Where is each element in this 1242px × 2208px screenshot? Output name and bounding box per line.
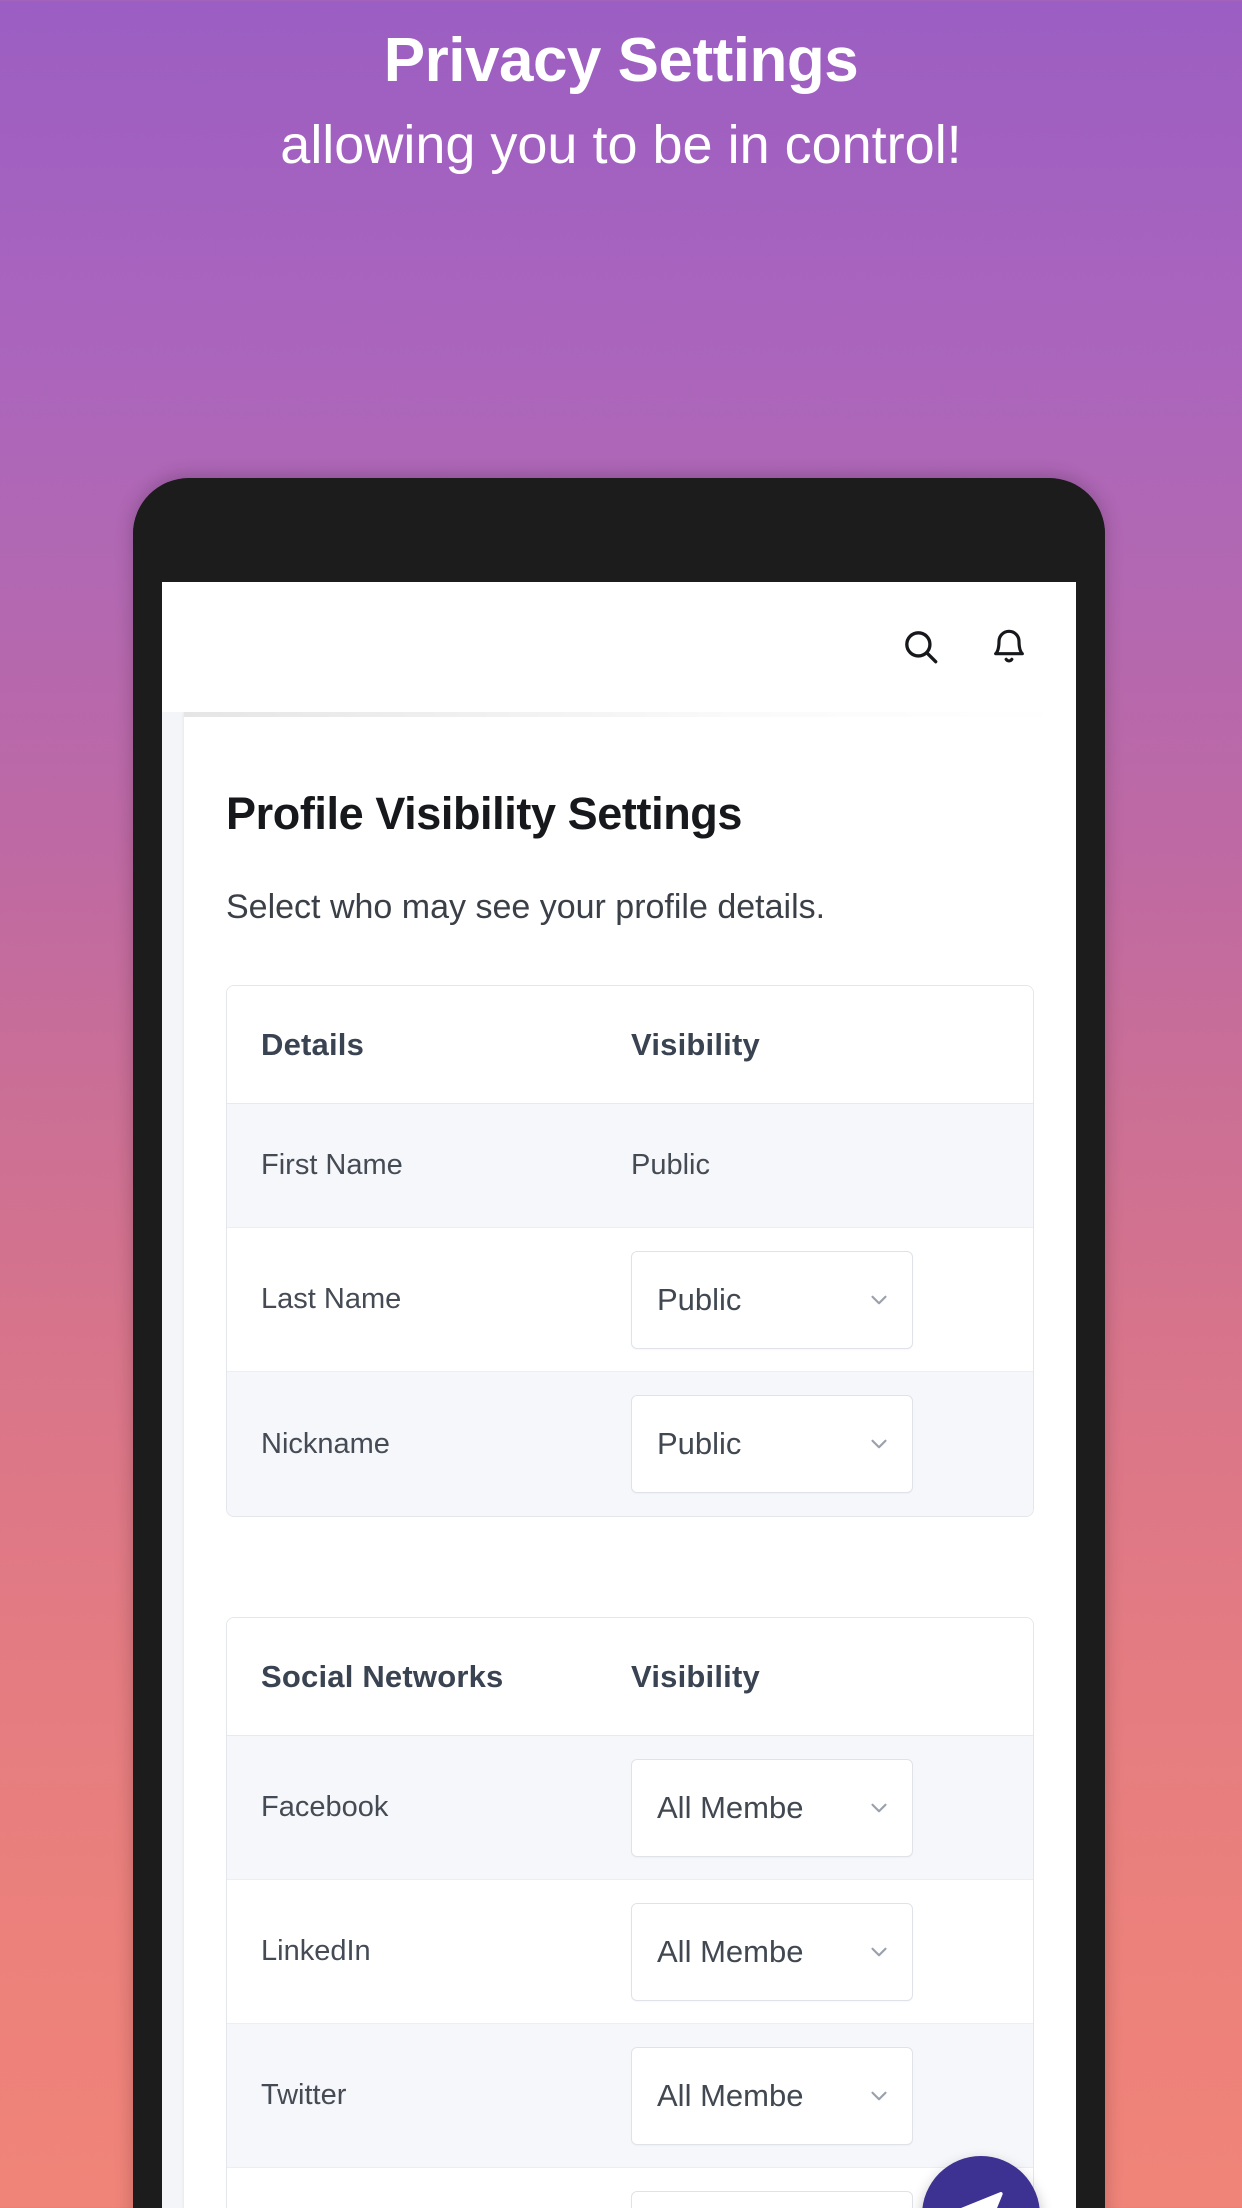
visibility-dropdown-facebook[interactable]: All Membe <box>631 1758 913 1857</box>
dropdown-value: All Membe <box>657 1789 804 1825</box>
row-label: First Name <box>261 1149 403 1181</box>
dropdown-value: Public <box>657 1281 742 1317</box>
promo-subtitle: allowing you to be in control! <box>280 114 962 175</box>
promo-title: Privacy Settings <box>383 26 859 95</box>
row-value-cell: All Membe <box>631 2046 999 2145</box>
chevron-down-icon <box>866 1431 892 1457</box>
column-header-social-networks: Social Networks <box>261 1658 504 1694</box>
column-header-visibility: Visibility <box>631 1026 760 1062</box>
phone-frame: Profile Visibility Settings Select who m… <box>133 478 1105 2208</box>
chevron-down-icon <box>866 1939 892 1965</box>
row-label: Twitter <box>261 2079 347 2111</box>
table-row: Last Name Public <box>227 1228 1033 1372</box>
row-value-cell: All Membe <box>631 1758 999 1857</box>
page-body: Profile Visibility Settings Select who m… <box>162 712 1076 2208</box>
visibility-dropdown-twitter[interactable]: All Membe <box>631 2046 913 2145</box>
phone-screen: Profile Visibility Settings Select who m… <box>162 582 1076 2208</box>
column-header-details: Details <box>261 1026 365 1062</box>
row-label: Nickname <box>261 1427 390 1460</box>
promo-headline-block: Privacy Settings allowing you to be in c… <box>0 0 1242 180</box>
row-value-cell: Public <box>631 1149 999 1182</box>
dropdown-value: Public <box>657 1426 742 1461</box>
table-spacer <box>226 1517 1034 1559</box>
visibility-dropdown-last-name[interactable]: Public <box>631 1250 913 1349</box>
chevron-down-icon <box>866 2083 892 2109</box>
chevron-down-icon <box>866 1287 892 1313</box>
table-row: Instagram All Membe <box>227 2168 1033 2208</box>
row-label: Last Name <box>261 1283 402 1315</box>
row-value-cell: Public <box>631 1395 999 1493</box>
table-row: Facebook All Membe <box>227 1736 1033 1880</box>
row-value-cell: All Membe <box>631 1902 999 2001</box>
dropdown-value: All Membe <box>657 2077 804 2113</box>
table-row: Twitter All Membe <box>227 2024 1033 2168</box>
social-networks-table: Social Networks Visibility Facebook All … <box>226 1617 1034 2208</box>
dropdown-value: All Membe <box>657 1933 804 1969</box>
visibility-dropdown-linkedin[interactable]: All Membe <box>631 1902 913 2001</box>
page-subtitle: Select who may see your profile details. <box>226 888 826 926</box>
app-bar <box>162 582 1076 712</box>
table-header-row: Social Networks Visibility <box>227 1618 1033 1736</box>
search-icon[interactable] <box>898 624 944 670</box>
row-label: LinkedIn <box>261 1935 371 1967</box>
profile-visibility-table: Details Visibility First Name Public Las… <box>226 985 1034 1517</box>
visibility-value-text: Public <box>631 1149 710 1181</box>
bell-icon[interactable] <box>986 624 1032 670</box>
content-card: Profile Visibility Settings Select who m… <box>184 712 1076 2208</box>
table-row: First Name Public <box>227 1104 1033 1228</box>
row-value-cell: Public <box>631 1250 999 1349</box>
table-row: Nickname Public <box>227 1372 1033 1516</box>
chevron-down-icon <box>866 1795 892 1821</box>
visibility-dropdown-nickname[interactable]: Public <box>631 1395 913 1493</box>
page-title: Profile Visibility Settings <box>226 788 742 839</box>
send-icon <box>961 2192 1003 2208</box>
table-header-row: Details Visibility <box>227 986 1033 1104</box>
visibility-dropdown-instagram[interactable]: All Membe <box>631 2191 913 2208</box>
table-row: LinkedIn All Membe <box>227 1880 1033 2024</box>
row-label: Facebook <box>261 1791 389 1823</box>
column-header-visibility: Visibility <box>631 1658 760 1694</box>
